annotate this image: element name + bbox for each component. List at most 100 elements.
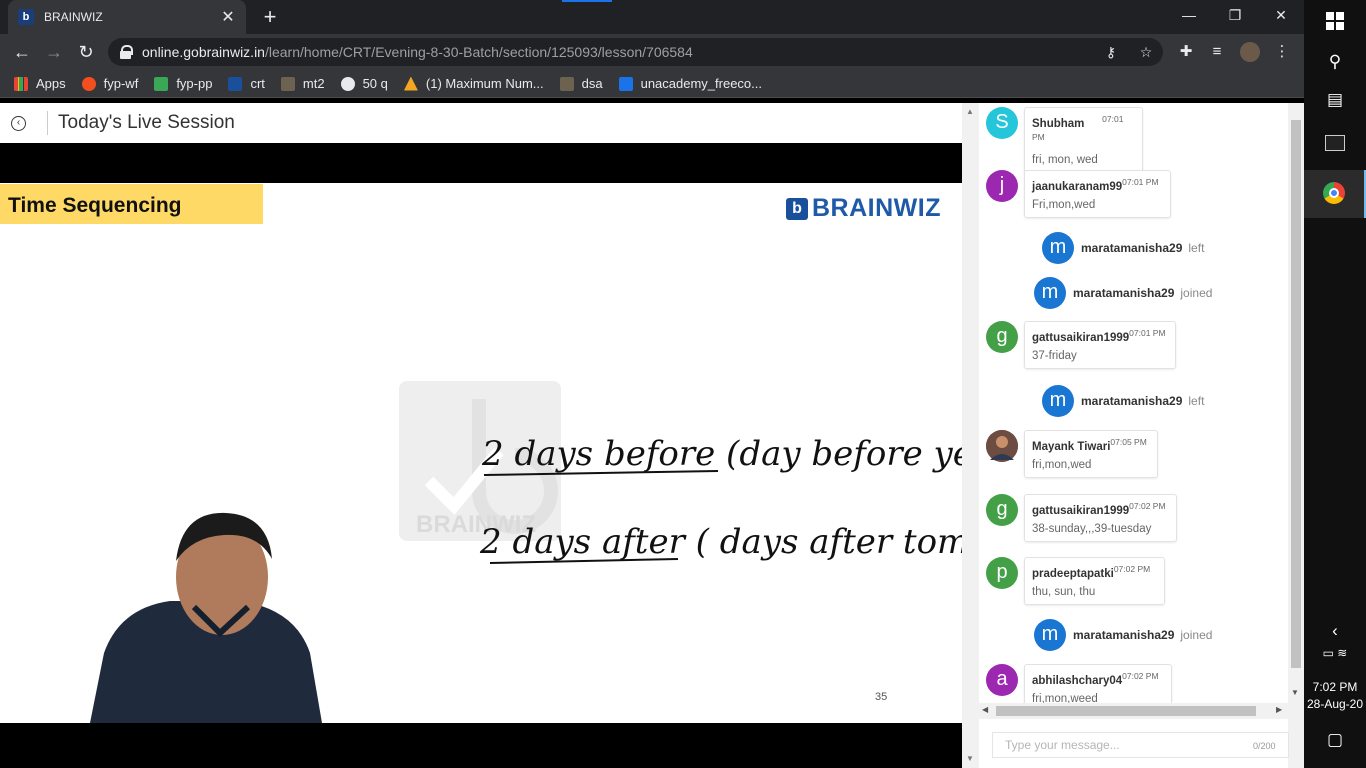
brainwiz-favicon-icon: b — [18, 9, 34, 25]
sender-name: gattusaikiran1999 — [1032, 332, 1130, 344]
sender-name: Shubham — [1032, 118, 1085, 130]
bookmark-fyp-wf[interactable]: fyp-wf — [81, 76, 139, 91]
scroll-up-icon[interactable]: ▲ — [966, 107, 974, 116]
bookmark-dsa[interactable]: dsa — [559, 76, 603, 91]
message-time: 07:02 PM — [1113, 564, 1151, 574]
chrome-menu-icon[interactable]: ⋮ — [1272, 42, 1292, 62]
chat-scrollbar-horizontal[interactable]: ◀ ▶ — [979, 703, 1288, 719]
scroll-down-icon[interactable]: ▼ — [966, 754, 974, 763]
search-icon: ⚲ — [1328, 52, 1342, 71]
lesson-slide: Time Sequencing b BRAINWIZ BRAINWIZ 2 da… — [0, 183, 962, 723]
tab-close-icon[interactable]: ✕ — [216, 7, 240, 27]
clock-date[interactable]: 28-Aug-20 — [1304, 697, 1366, 711]
sender-name: jaanukaranam99 — [1032, 181, 1123, 193]
sender-name: Mayank Tiwari — [1032, 441, 1111, 453]
url-path: /learn/home/CRT/Evening-8-30-Batch/secti… — [264, 44, 693, 60]
browser-tab[interactable]: b BRAINWIZ ✕ — [8, 0, 246, 34]
chat-scroll-down-icon[interactable]: ▼ — [1291, 688, 1299, 697]
window-close-icon[interactable]: ✕ — [1258, 0, 1304, 30]
bookmark-label: crt — [250, 76, 265, 91]
task-view-button[interactable]: ▤ — [1304, 76, 1366, 124]
bookmark-apps[interactable]: Apps — [14, 76, 66, 91]
avatar: m — [1042, 232, 1074, 264]
bookmark-label: Apps — [36, 76, 66, 91]
bookmark-50q[interactable]: 50 q — [340, 76, 388, 91]
message-bubble: gattusaikiran199907:02 PM 38-sunday,,,39… — [1024, 494, 1177, 542]
address-bar[interactable]: online.gobrainwiz.in/learn/home/CRT/Even… — [108, 38, 1163, 66]
handwriting-line-2: 2 days after ( days after tomorro — [479, 522, 962, 562]
chat-message-input[interactable] — [992, 732, 1289, 758]
chat-scrollbar-vertical[interactable]: ▼ — [1288, 103, 1304, 703]
video-player[interactable]: Time Sequencing b BRAINWIZ BRAINWIZ 2 da… — [0, 143, 962, 768]
windows-logo-icon — [1326, 12, 1344, 30]
avatar: S — [986, 107, 1018, 139]
chrome-icon — [1323, 182, 1345, 204]
user-photo-avatar — [986, 430, 1018, 462]
bookmark-maximum-num[interactable]: (1) Maximum Num... — [403, 76, 544, 91]
brainwiz-logo-text: BRAINWIZ — [812, 194, 941, 222]
tray-status[interactable]: ▭ ≋ — [1304, 632, 1366, 680]
panel-scrollbar[interactable]: ▲ ▼ — [962, 103, 979, 768]
event-user: maratamanisha29 — [1081, 394, 1183, 408]
event-action: left — [1188, 241, 1205, 255]
bookmark-mt2[interactable]: mt2 — [280, 76, 325, 91]
restore-icon[interactable]: ❐ — [1212, 0, 1258, 30]
key-icon[interactable]: ⚷ — [1103, 44, 1119, 60]
cc-icon — [559, 76, 574, 91]
chat-event: m maratamanisha29 left — [1042, 232, 1204, 264]
bookmark-fyp-pp[interactable]: fyp-pp — [154, 76, 212, 91]
event-user: maratamanisha29 — [1081, 241, 1183, 255]
chrome-app[interactable] — [1304, 170, 1366, 218]
avatar: j — [986, 170, 1018, 202]
message-text: 38-sunday,,,39-tuesday — [1032, 523, 1152, 535]
browser-toolbar: ← → ↻ online.gobrainwiz.in/learn/home/CR… — [0, 34, 1304, 70]
chat-panel: ▲ ▼ S Shubham 07:01 PM fri, mon, wed j j… — [962, 103, 1304, 768]
message-time: 07:05 PM — [1110, 437, 1147, 447]
scroll-right-icon[interactable]: ▶ — [1276, 705, 1282, 714]
message-text: thu, sun, thu — [1032, 586, 1096, 598]
bookmark-star-icon[interactable]: ☆ — [1138, 44, 1154, 60]
message-text: 37-friday — [1032, 350, 1077, 362]
bookmark-crt[interactable]: crt — [228, 76, 265, 91]
scroll-left-icon[interactable]: ◀ — [982, 705, 988, 714]
message-bubble: pradeeptapatki07:02 PM thu, sun, thu — [1024, 557, 1165, 605]
bookmark-unacademy[interactable]: unacademy_freeco... — [618, 76, 762, 91]
avatar: a — [986, 664, 1018, 696]
avatar: m — [1034, 277, 1066, 309]
url-host: online.gobrainwiz.in — [142, 44, 265, 60]
chat-event: m maratamanisha29 joined — [1034, 619, 1212, 651]
reload-icon[interactable]: ↻ — [72, 38, 100, 66]
event-user: maratamanisha29 — [1073, 286, 1175, 300]
lock-icon — [120, 45, 133, 59]
media-control-icon[interactable]: ≡ — [1207, 42, 1227, 62]
avatar: g — [986, 321, 1018, 353]
slide-topic-banner: Time Sequencing — [0, 184, 263, 224]
message-bubble: Mayank Tiwari07:05 PM fri,mon,wed — [1024, 430, 1158, 478]
chat-scroll-thumb[interactable] — [1291, 120, 1301, 668]
terminal-app[interactable] — [1304, 121, 1366, 169]
clock-time[interactable]: 7:02 PM — [1304, 680, 1366, 694]
session-header: ‹ Today's Live Session — [0, 103, 962, 143]
profile-avatar-icon[interactable] — [1240, 42, 1260, 62]
page-title: Today's Live Session — [58, 112, 235, 133]
browser-titlebar: b BRAINWIZ ✕ + — ❐ ✕ — [0, 0, 1304, 34]
notification-icon: ▢ — [1326, 730, 1344, 749]
event-action: joined — [1180, 628, 1213, 642]
extensions-puzzle-icon[interactable]: ✚ — [1176, 42, 1196, 62]
forward-arrow-icon[interactable]: → — [40, 38, 68, 66]
notifications-button[interactable]: ▢ — [1304, 716, 1366, 764]
header-divider — [47, 111, 48, 135]
back-arrow-icon[interactable]: ← — [8, 38, 36, 66]
chat-messages: S Shubham 07:01 PM fri, mon, wed j jaanu… — [979, 103, 1288, 703]
char-counter: 0/200 — [1253, 741, 1276, 751]
message-bubble: jaanukaranam9907:01 PM Fri,mon,wed — [1024, 170, 1171, 218]
message-time: 07:01 PM — [1129, 328, 1166, 338]
new-tab-icon[interactable]: + — [258, 6, 282, 30]
message-text: fri,mon,weed — [1032, 693, 1098, 703]
minimize-icon[interactable]: — — [1166, 0, 1212, 30]
bookmark-label: fyp-wf — [103, 76, 139, 91]
bookmark-label: unacademy_freeco... — [640, 76, 762, 91]
chat-scroll-thumb-horizontal[interactable] — [996, 706, 1256, 716]
back-circle-icon[interactable]: ‹ — [11, 115, 26, 131]
slide-page-number: 35 — [875, 691, 888, 703]
